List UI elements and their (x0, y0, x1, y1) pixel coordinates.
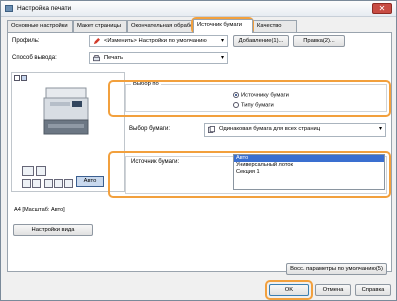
chevron-down-icon: ▾ (220, 38, 224, 44)
paper-selection-select[interactable]: Одинаковая бумага для всех страниц ▾ (204, 123, 386, 137)
printer-view-icon[interactable] (21, 75, 27, 81)
list-item[interactable]: Секция 1 (234, 169, 384, 176)
chevron-down-icon: ▾ (220, 55, 224, 61)
radio-paper-type-label: Типу бумаги (241, 102, 274, 109)
view-settings-button[interactable]: Настройки вида (13, 224, 93, 236)
chevron-down-icon: ▾ (378, 126, 382, 132)
window-title: Настройка печати (17, 5, 72, 12)
print-icon (93, 55, 100, 62)
staple-icon (32, 179, 41, 188)
output-method-label: Способ вывода: (12, 55, 57, 61)
auto-button[interactable]: Авто (76, 176, 104, 187)
layout-icon (64, 179, 73, 188)
pages-icon (36, 166, 46, 176)
paper-source-list[interactable]: Авто Универсальный лоток Секция 1 (233, 154, 385, 190)
profile-value: <Изменить> Настройки по умолчанию (104, 38, 207, 44)
list-item[interactable]: Авто (234, 155, 384, 162)
title-bar[interactable]: Настройка печати ✕ (1, 1, 396, 17)
paper-selection-label: Выбор бумаги: (129, 126, 170, 132)
tab-page-setup[interactable]: Макет страницы (73, 20, 127, 32)
zoom-label: A4 [Масштаб: Авто] (14, 207, 65, 213)
radio-dot[interactable] (233, 102, 239, 108)
duplex-icon (44, 179, 53, 188)
pencil-icon (93, 38, 100, 45)
close-button[interactable]: ✕ (372, 3, 392, 14)
booklet-icon (54, 179, 63, 188)
profile-select[interactable]: <Изменить> Настройки по умолчанию ▾ (89, 35, 228, 47)
output-method-select[interactable]: Печать ▾ (89, 52, 228, 64)
paper-selection-value: Одинаковая бумага для всех страниц (219, 126, 321, 132)
select-by-title: Выбор по (131, 81, 161, 87)
restore-defaults-button[interactable]: Восс. параметры по умолчанию(5) (286, 263, 387, 275)
output-method-value: Печать (104, 55, 123, 61)
paper-stack-icon (208, 126, 215, 133)
paper-source-label: Источник бумаги: (131, 159, 180, 165)
preview-area: Авто A4 [Масштаб: Авто] (11, 72, 125, 213)
radio-dot-selected[interactable] (233, 92, 239, 98)
add-profile-button[interactable]: Добавление(1)... (233, 35, 289, 47)
tab-quality[interactable]: Качество (253, 20, 297, 32)
radio-paper-source[interactable]: Источнику бумаги (233, 92, 289, 99)
profile-label: Профиль: (12, 38, 40, 44)
help-button[interactable]: Справка (355, 284, 391, 296)
radio-paper-type[interactable]: Типу бумаги (233, 102, 274, 109)
printer-app-icon (5, 5, 13, 12)
page-view-icon[interactable] (14, 75, 20, 81)
tab-paper-source[interactable]: Источник бумаги (193, 19, 253, 33)
ok-button[interactable]: OK (269, 284, 309, 296)
edit-profile-button[interactable]: Правка(2)... (293, 35, 345, 47)
tab-basic-settings[interactable]: Основные настройки (7, 20, 73, 32)
page-icon (22, 179, 31, 188)
stack-pages-icon (22, 166, 34, 176)
cancel-button[interactable]: Отмена (315, 284, 351, 296)
radio-paper-source-label: Источнику бумаги (241, 92, 289, 99)
list-item[interactable]: Универсальный лоток (234, 162, 384, 169)
printer-illustration-icon (43, 87, 89, 135)
print-settings-window: Настройка печати ✕ Основные настройки Ма… (0, 0, 397, 301)
tab-finishing[interactable]: Окончательная обработка (127, 20, 193, 32)
